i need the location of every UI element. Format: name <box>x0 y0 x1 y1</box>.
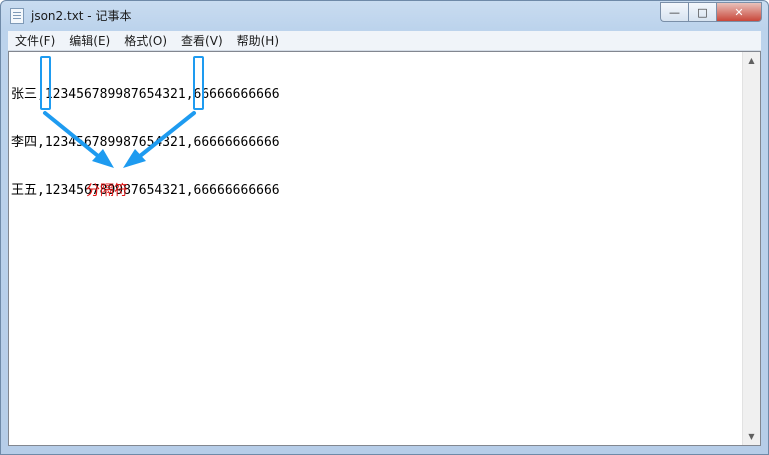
separator-label: 分隔符 <box>86 183 128 199</box>
arrow-icon-right <box>123 111 196 168</box>
annotation-arrows <box>43 111 196 168</box>
arrow-icon-left <box>43 111 114 168</box>
